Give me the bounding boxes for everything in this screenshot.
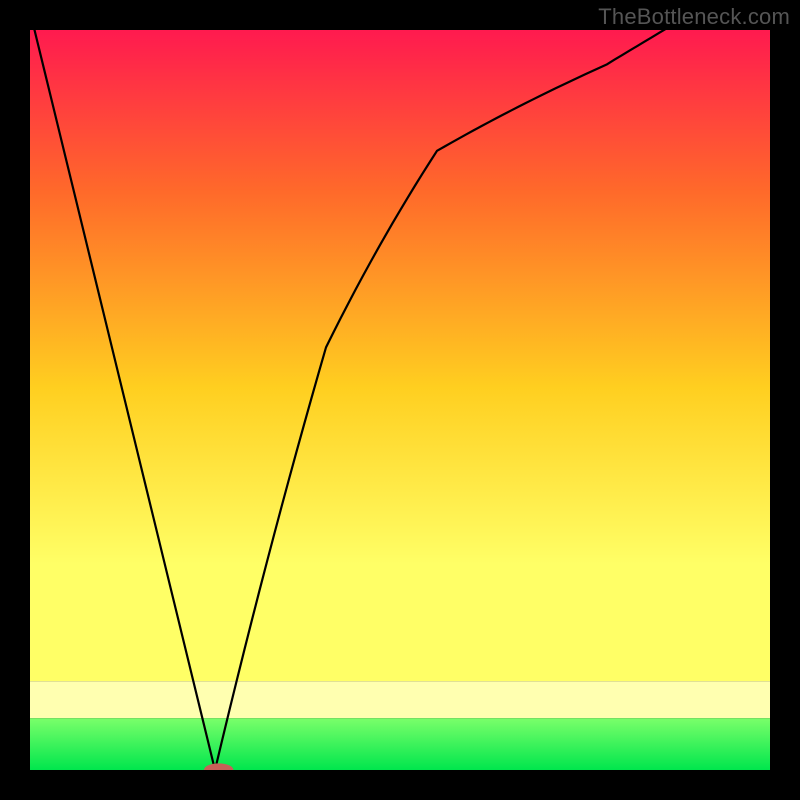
background-green-band [30,718,770,770]
background-pale-band [30,681,770,718]
plot-area [30,30,770,770]
background-gradient [30,30,770,681]
chart-frame: TheBottleneck.com [0,0,800,800]
chart-svg [30,30,770,770]
watermark-label: TheBottleneck.com [598,4,790,30]
